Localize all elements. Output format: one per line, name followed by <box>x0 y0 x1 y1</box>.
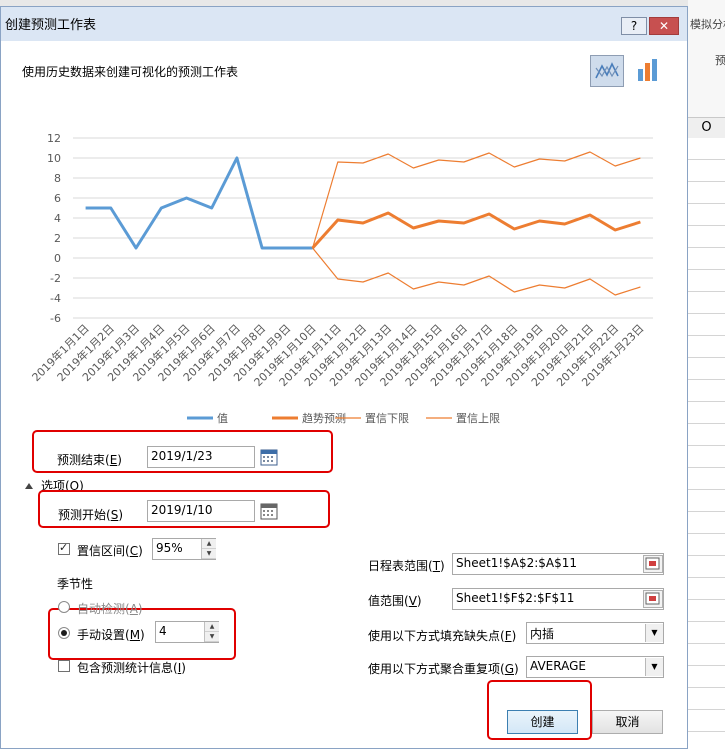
manual-label: 手动设置(M) <box>77 628 145 642</box>
dialog-titlebar[interactable]: 创建预测工作表 ? ✕ <box>1 7 687 41</box>
fill-missing-label: 使用以下方式填充缺失点(F) <box>368 629 517 643</box>
forecast-end-input[interactable]: 2019/1/23 <box>147 446 255 468</box>
what-if-label[interactable]: 模拟分析 <box>690 16 725 32</box>
y-tick-label: 12 <box>47 132 61 145</box>
help-button[interactable]: ? <box>621 17 647 35</box>
range-select-icon <box>645 557 660 570</box>
confidence-checkbox[interactable] <box>58 541 70 555</box>
seasonality-label: 季节性 <box>57 577 94 591</box>
chevron-down-icon[interactable]: ▼ <box>645 624 663 642</box>
include-stats-label: 包含预测统计信息(I) <box>77 661 186 675</box>
values-range-input[interactable]: Sheet1!$F$2:$F$11 <box>452 588 664 610</box>
dialog-title: 创建预测工作表 <box>5 18 97 33</box>
y-tick-label: 4 <box>54 212 61 225</box>
y-tick-label: -2 <box>50 272 61 285</box>
manual-radio[interactable] <box>58 627 70 639</box>
column-chart-button[interactable] <box>630 55 664 87</box>
line-chart-button[interactable] <box>590 55 624 87</box>
y-tick-label: -4 <box>50 292 61 305</box>
sheet-rows <box>688 138 725 749</box>
series-line-2 <box>312 247 641 296</box>
calendar-icon[interactable] <box>260 448 278 466</box>
create-button[interactable]: 创建 <box>507 710 578 734</box>
values-range-label: 值范围(V) <box>368 594 422 608</box>
forecast-start-label: 预测开始(S) <box>58 508 123 522</box>
dialog-subtitle: 使用历史数据来创建可视化的预测工作表 <box>22 65 239 79</box>
y-tick-label: 2 <box>54 232 61 245</box>
column-header-o[interactable]: O <box>688 117 725 139</box>
aggregate-label: 使用以下方式聚合重复项(G) <box>368 662 519 676</box>
forecast-start-input[interactable]: 2019/1/10 <box>147 500 255 522</box>
series-line-0 <box>85 156 313 250</box>
calendar-icon[interactable] <box>260 502 278 520</box>
legend-label: 置信下限 <box>365 412 409 425</box>
auto-detect-radio[interactable] <box>58 601 70 613</box>
forecast-group-label: 预 <box>715 54 725 67</box>
spin-up-icon[interactable]: ▲ <box>202 539 216 549</box>
cancel-button[interactable]: 取消 <box>592 710 663 734</box>
timeline-range-input[interactable]: Sheet1!$A$2:$A$11 <box>452 553 664 575</box>
series-line-3 <box>312 151 641 249</box>
confidence-spinner[interactable]: ▲ ▼ <box>201 539 216 559</box>
spin-down-icon[interactable]: ▼ <box>202 549 216 559</box>
spin-down-icon[interactable]: ▼ <box>205 632 219 642</box>
y-tick-label: 0 <box>54 252 61 265</box>
spin-up-icon[interactable]: ▲ <box>205 622 219 632</box>
chevron-down-icon[interactable]: ▼ <box>645 658 663 676</box>
line-chart-icon <box>595 62 619 79</box>
confidence-label: 置信区间(C) <box>77 544 143 558</box>
forecast-end-label: 预测结束(E) <box>57 453 122 467</box>
range-select-icon <box>645 592 660 605</box>
values-range-select-button[interactable] <box>643 590 663 608</box>
aggregate-select[interactable]: AVERAGE <box>526 656 664 678</box>
timeline-range-label: 日程表范围(T) <box>368 559 445 573</box>
options-expand-icon[interactable] <box>25 483 33 489</box>
y-tick-label: -6 <box>50 312 61 325</box>
create-forecast-dialog: 创建预测工作表 ? ✕ 使用历史数据来创建可视化的预测工作表 12 10 8 6 4 2 0… <box>0 6 688 749</box>
y-tick-label: 8 <box>54 172 61 185</box>
fill-missing-select[interactable]: 内插 <box>526 622 664 644</box>
close-button[interactable]: ✕ <box>649 17 679 35</box>
manual-season-spinner[interactable]: ▲ ▼ <box>204 622 219 642</box>
timeline-range-select-button[interactable] <box>643 555 663 573</box>
y-tick-label: 10 <box>47 152 61 165</box>
forecast-chart: 121086420-2-4-62019年1月1日2019年1月2日2019年1月… <box>29 132 653 425</box>
column-chart-icon <box>638 59 657 81</box>
auto-detect-label: 自动检测(A) <box>77 602 143 616</box>
include-stats-checkbox[interactable] <box>58 660 70 672</box>
legend-label: 置信上限 <box>456 412 500 425</box>
y-tick-label: 6 <box>54 192 61 205</box>
legend-label: 值 <box>217 412 228 425</box>
